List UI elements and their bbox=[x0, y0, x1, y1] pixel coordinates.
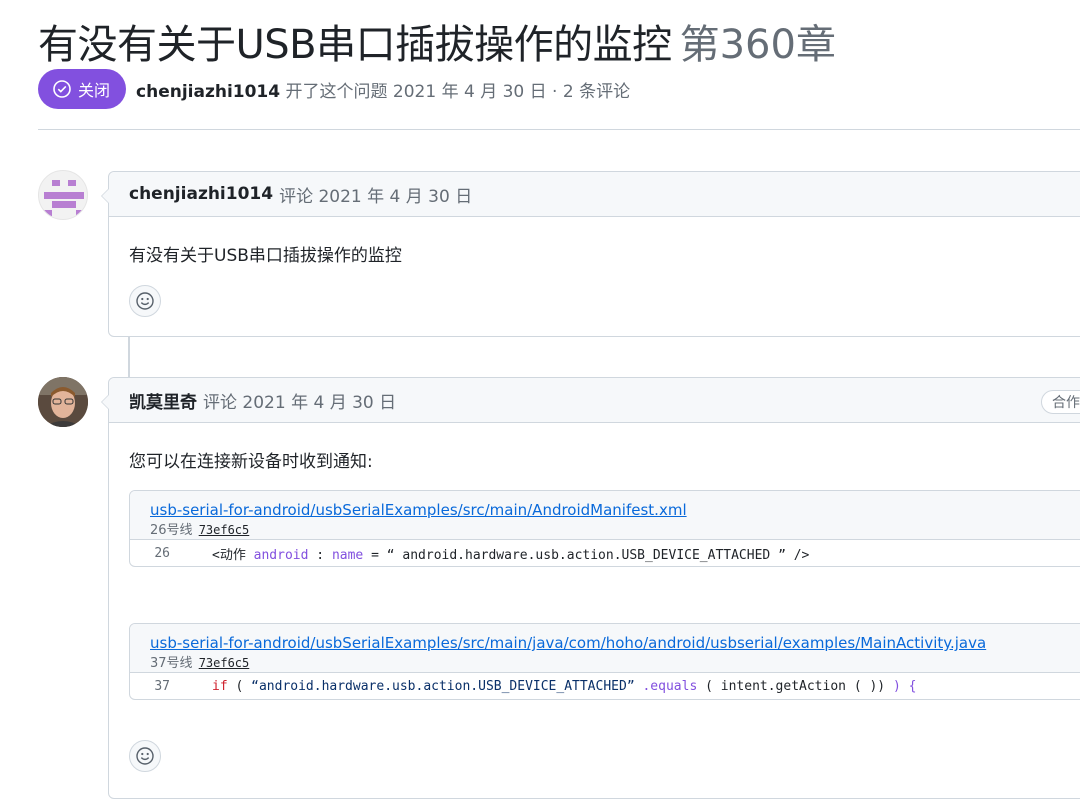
code-tag: <动作 bbox=[212, 547, 254, 563]
avatar-photo[interactable] bbox=[38, 377, 88, 427]
comment-timestamp: 评论 2021 年 4 月 30 日 bbox=[203, 392, 397, 413]
snippet-code-line: 37 if ( “android.hardware.usb.action.USB… bbox=[130, 673, 1080, 699]
code-paren: ( bbox=[227, 678, 252, 694]
snippet-meta: 37号线 73ef6c5 bbox=[150, 653, 1080, 674]
user-photo bbox=[38, 377, 88, 427]
code-attr-ns: android bbox=[253, 547, 309, 563]
comment-body: 有没有关于USB串口插拔操作的监控 bbox=[129, 246, 402, 266]
comment-timestamp: 评论 2021 年 4 月 30 日 bbox=[279, 186, 473, 207]
collaborator-badge: 合作者 bbox=[1041, 390, 1080, 414]
issue-meta-text: chenjiazhi1014 开了这个问题 2021 年 4 月 30 日 · … bbox=[136, 77, 630, 102]
line-number: 26 bbox=[154, 545, 170, 561]
code-attr-name: name bbox=[331, 547, 364, 563]
code-keyword: if bbox=[212, 678, 228, 694]
status-badge: 关闭 bbox=[38, 69, 127, 109]
comment-author[interactable]: 凯莫里奇 bbox=[129, 388, 197, 413]
comment-card: 凯莫里奇 评论 2021 年 4 月 30 日 合作者 您可以在连接新设备时收到… bbox=[101, 377, 1080, 799]
timeline-connector bbox=[128, 336, 130, 378]
snippet-line-label: 26号线 bbox=[150, 523, 193, 538]
issue-opened-text: 开了这个问题 2021 年 4 月 30 日 · 2 条评论 bbox=[285, 81, 631, 102]
comment-card: chenjiazhi1014 评论 2021 年 4 月 30 日 有没有关于U… bbox=[101, 171, 1080, 337]
snippet-header: usb-serial-for-android/usbSerialExamples… bbox=[130, 624, 1080, 673]
code-close: ) { bbox=[892, 678, 917, 694]
identicon bbox=[44, 180, 84, 216]
code-value: = “ android.hardware.usb.action.USB_DEVI… bbox=[363, 547, 810, 563]
smiley-icon bbox=[136, 747, 154, 765]
add-reaction-button[interactable] bbox=[129, 740, 161, 772]
comment-header: chenjiazhi1014 评论 2021 年 4 月 30 日 bbox=[109, 172, 1080, 217]
code-snippet: usb-serial-for-android/usbSerialExamples… bbox=[129, 623, 1080, 700]
snippet-line-label: 37号线 bbox=[150, 656, 193, 671]
add-reaction-button[interactable] bbox=[129, 285, 161, 317]
line-number: 37 bbox=[154, 678, 170, 694]
issue-title-row: 有没有关于USB串口插拔操作的监控 第360章 bbox=[38, 12, 836, 70]
snippet-file-link[interactable]: usb-serial-for-android/usbSerialExamples… bbox=[150, 500, 1080, 520]
comment-header: 凯莫里奇 评论 2021 年 4 月 30 日 bbox=[109, 378, 1080, 423]
avatar-identicon[interactable] bbox=[38, 170, 88, 220]
code-snippet: usb-serial-for-android/usbSerialExamples… bbox=[129, 490, 1080, 567]
snippet-commit-link[interactable]: 73ef6c5 bbox=[199, 656, 250, 670]
snippet-header: usb-serial-for-android/usbSerialExamples… bbox=[130, 491, 1080, 540]
snippet-file-link[interactable]: usb-serial-for-android/usbSerialExamples… bbox=[150, 633, 1080, 653]
code-args: ( intent.getAction ( )) bbox=[697, 678, 893, 694]
snippet-code-line: 26 <动作 android : name = “ android.hardwa… bbox=[130, 540, 1080, 566]
comment-body: 您可以在连接新设备时收到通知: bbox=[129, 452, 373, 472]
issue-author-link[interactable]: chenjiazhi1014 bbox=[136, 82, 280, 102]
code-colon: : bbox=[308, 547, 332, 563]
status-label: 关闭 bbox=[78, 81, 111, 100]
code-method: .equals bbox=[634, 678, 698, 694]
snippet-meta: 26号线 73ef6c5 bbox=[150, 520, 1080, 541]
header-divider bbox=[38, 129, 1080, 130]
snippet-commit-link[interactable]: 73ef6c5 bbox=[199, 523, 250, 537]
issue-title: 有没有关于USB串口插拔操作的监控 bbox=[38, 22, 672, 68]
smiley-icon bbox=[136, 292, 154, 310]
issue-number: 第360章 bbox=[679, 22, 836, 68]
issue-meta: 关闭 chenjiazhi1014 开了这个问题 2021 年 4 月 30 日… bbox=[38, 69, 630, 109]
code-string: “android.hardware.usb.action.USB_DEVICE_… bbox=[251, 678, 635, 694]
check-circle-icon bbox=[53, 80, 71, 98]
comment-author[interactable]: chenjiazhi1014 bbox=[129, 184, 273, 204]
